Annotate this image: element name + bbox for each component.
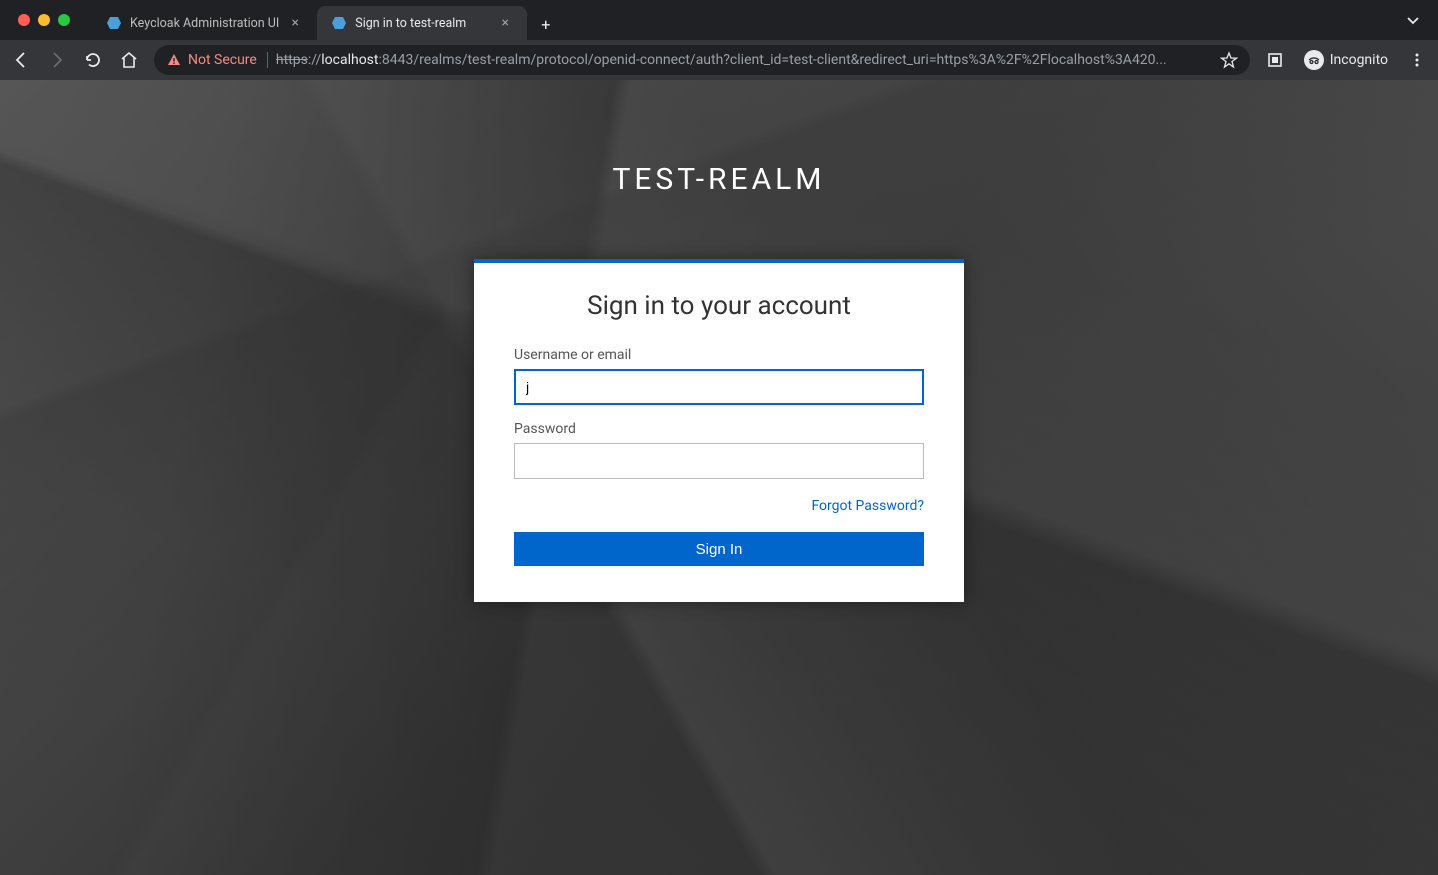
forgot-row: Forgot Password? xyxy=(514,495,924,514)
incognito-label: Incognito xyxy=(1330,52,1388,68)
username-label: Username or email xyxy=(514,347,924,363)
tab-title: Sign in to test-realm xyxy=(355,16,489,31)
home-button[interactable] xyxy=(118,49,140,71)
page-content: TEST-REALM Sign in to your account Usern… xyxy=(0,80,1438,875)
security-indicator[interactable]: Not Secure xyxy=(166,52,268,68)
url-text: https://localhost:8443/realms/test-realm… xyxy=(276,52,1212,68)
browser-menu-button[interactable] xyxy=(1406,49,1428,71)
realm-title: TEST-REALM xyxy=(0,80,1438,197)
username-group: Username or email xyxy=(514,347,924,405)
forward-button[interactable] xyxy=(46,49,68,71)
new-tab-button[interactable]: + xyxy=(531,9,560,40)
security-text: Not Secure xyxy=(188,52,257,68)
address-bar[interactable]: Not Secure https://localhost:8443/realms… xyxy=(154,45,1250,75)
login-card: Sign in to your account Username or emai… xyxy=(474,259,964,602)
keycloak-favicon-icon xyxy=(331,15,347,31)
back-button[interactable] xyxy=(10,49,32,71)
browser-tab-inactive[interactable]: Keycloak Administration UI × xyxy=(92,6,317,40)
close-tab-icon[interactable]: × xyxy=(497,15,513,31)
signin-button[interactable]: Sign In xyxy=(514,532,924,566)
password-label: Password xyxy=(514,421,924,437)
login-header: Sign in to your account xyxy=(514,291,924,321)
keycloak-favicon-icon xyxy=(106,15,122,31)
minimize-window-button[interactable] xyxy=(38,14,50,26)
expand-tabs-button[interactable] xyxy=(1396,13,1430,27)
password-input[interactable] xyxy=(514,443,924,479)
incognito-indicator[interactable]: Incognito xyxy=(1300,50,1392,70)
password-group: Password xyxy=(514,421,924,479)
username-input[interactable] xyxy=(514,369,924,405)
incognito-icon xyxy=(1304,50,1324,70)
browser-tabs: Keycloak Administration UI × Sign in to … xyxy=(92,0,560,40)
warning-icon xyxy=(166,52,182,68)
browser-tab-active[interactable]: Sign in to test-realm × xyxy=(317,6,527,40)
tab-title: Keycloak Administration UI xyxy=(130,16,279,31)
close-window-button[interactable] xyxy=(18,14,30,26)
extensions-button[interactable] xyxy=(1264,49,1286,71)
forgot-password-link[interactable]: Forgot Password? xyxy=(811,498,924,514)
browser-toolbar: Not Secure https://localhost:8443/realms… xyxy=(0,40,1438,80)
browser-tabstrip: Keycloak Administration UI × Sign in to … xyxy=(0,0,1438,40)
window-controls xyxy=(8,14,80,26)
bookmark-star-icon[interactable] xyxy=(1220,51,1238,69)
maximize-window-button[interactable] xyxy=(58,14,70,26)
close-tab-icon[interactable]: × xyxy=(287,15,303,31)
reload-button[interactable] xyxy=(82,49,104,71)
